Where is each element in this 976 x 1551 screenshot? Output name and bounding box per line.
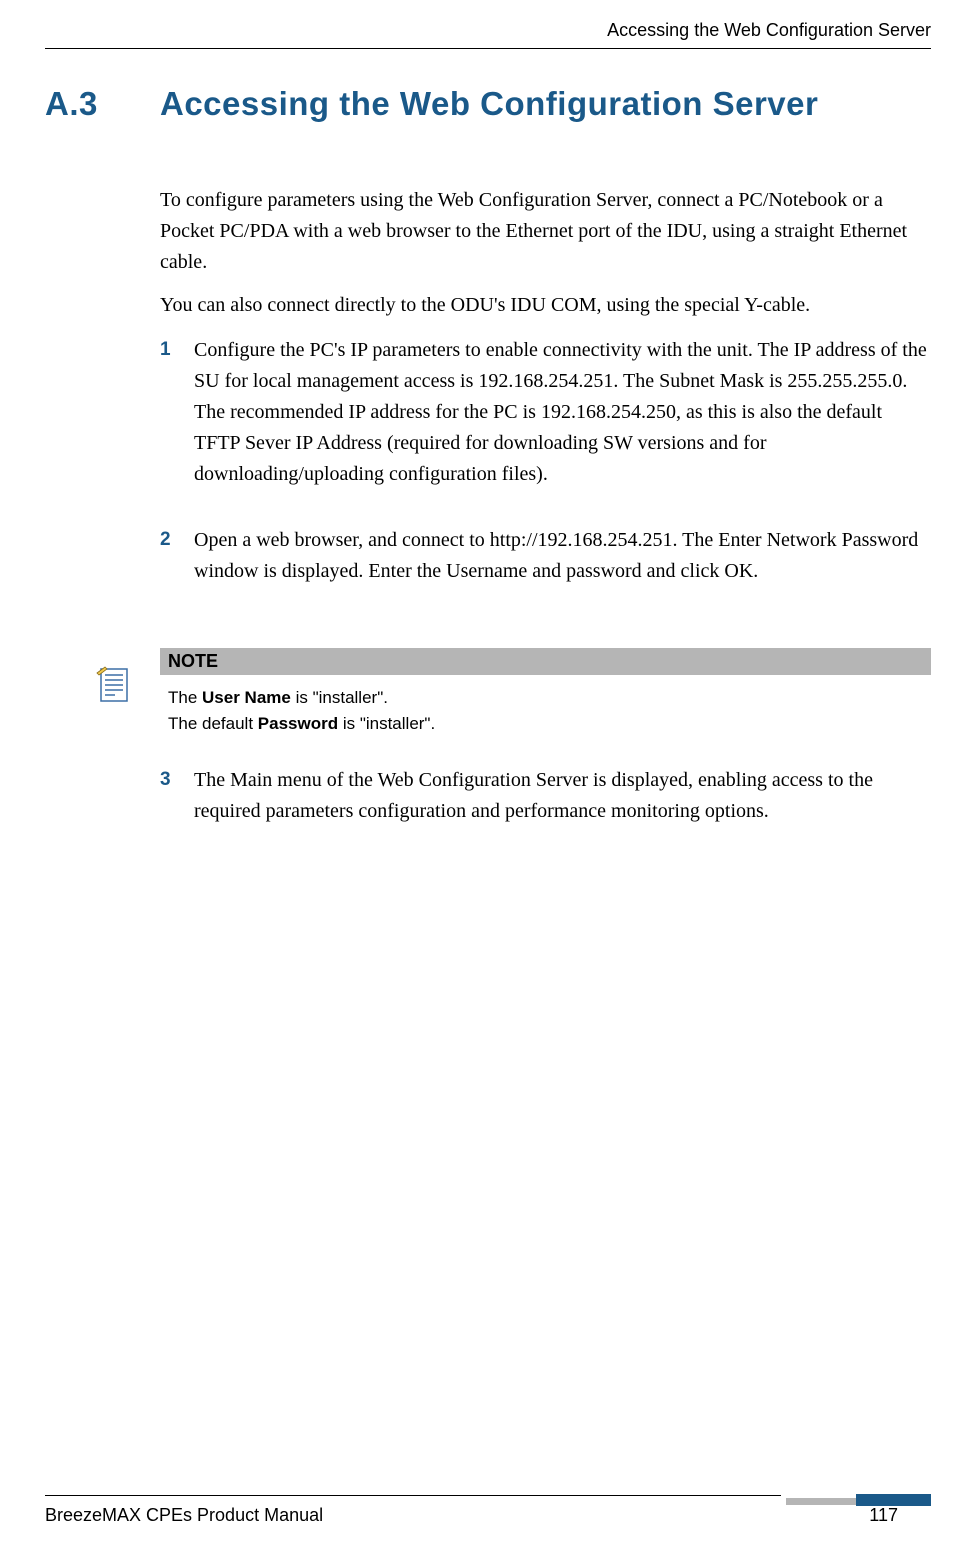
note-header: NOTE — [160, 648, 931, 675]
step-1: 1 Configure the PC's IP parameters to en… — [160, 335, 931, 490]
note-line-2-prefix: The default — [168, 714, 258, 733]
footer-rule — [45, 1495, 781, 1496]
note-body: The User Name is "installer". The defaul… — [160, 675, 931, 742]
note-line-1-suffix: is "installer". — [291, 688, 388, 707]
section-number: A.3 — [45, 85, 160, 123]
footer-manual-name: BreezeMAX CPEs Product Manual — [45, 1505, 323, 1526]
note-line-1-prefix: The — [168, 688, 202, 707]
section-title: Accessing the Web Configuration Server — [160, 85, 818, 122]
step-3-text: The Main menu of the Web Configuration S… — [194, 765, 931, 827]
step-2-text: Open a web browser, and connect to http:… — [194, 525, 931, 587]
note-line-2-bold: Password — [258, 714, 338, 733]
step-3-number: 3 — [160, 765, 171, 794]
step-2: 2 Open a web browser, and connect to htt… — [160, 525, 931, 587]
note-line-2-suffix: is "installer". — [338, 714, 435, 733]
note-line-1-bold: User Name — [202, 688, 291, 707]
running-header: Accessing the Web Configuration Server — [607, 20, 931, 41]
step-1-text: Configure the PC's IP parameters to enab… — [194, 335, 931, 490]
note-line-2: The default Password is "installer". — [168, 711, 923, 737]
section-heading: A.3Accessing the Web Configuration Serve… — [45, 85, 818, 123]
note-line-1: The User Name is "installer". — [168, 685, 923, 711]
step-2-number: 2 — [160, 525, 171, 554]
note-box: NOTE The User Name is "installer". The d… — [160, 648, 931, 742]
header-rule — [45, 48, 931, 49]
footer-accent — [786, 1494, 931, 1506]
intro-paragraph-2: You can also connect directly to the ODU… — [160, 290, 931, 321]
note-icon — [95, 665, 135, 705]
intro-paragraph-1: To configure parameters using the Web Co… — [160, 185, 931, 278]
step-3: 3 The Main menu of the Web Configuration… — [160, 765, 931, 827]
footer-page-number: 117 — [869, 1505, 898, 1526]
step-1-number: 1 — [160, 335, 171, 364]
